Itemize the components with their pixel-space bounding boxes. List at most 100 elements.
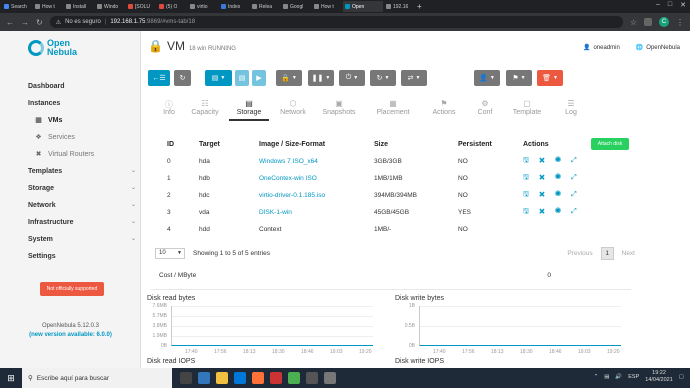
back-icon[interactable]: ← [6, 18, 14, 27]
sidebar-item-services[interactable]: ❖ Services [28, 129, 136, 146]
back-to-list-button[interactable]: ←☰ [148, 70, 170, 86]
network-icon[interactable]: ▤ [604, 374, 609, 380]
forward-icon[interactable]: → [21, 18, 29, 27]
deploy-button[interactable]: ▤ [235, 70, 249, 86]
detach-icon[interactable]: ✖ [539, 191, 555, 198]
owner-button[interactable]: 👤 ▼ [474, 70, 500, 86]
sidebar-item-instances[interactable]: Instances [28, 95, 136, 112]
browser-tab[interactable]: 192.16 [384, 1, 414, 12]
browser-tab[interactable]: [SOLU [126, 1, 156, 12]
opera-icon[interactable] [270, 372, 282, 384]
sidebar-item-templates[interactable]: Templates ⌄ [28, 163, 136, 180]
table-row[interactable]: 0 hda Windows 7 ISO_x64 3GB/3GB NO 🖫✖◉⤢ [167, 153, 637, 170]
browser-tab[interactable]: How t [33, 1, 63, 12]
column-header[interactable]: Image / Size-Format [259, 136, 374, 153]
page-size-select[interactable]: 10 ▼ [155, 247, 185, 259]
tab-actions[interactable]: ⚑ Actions [424, 99, 464, 116]
tab-snapshots[interactable]: ▣ Snapshots [319, 99, 359, 116]
sidebar-item-settings[interactable]: Settings [28, 248, 136, 265]
notifications-icon[interactable]: ▢ [679, 374, 684, 380]
tab-network[interactable]: ⬡ Network [273, 99, 313, 116]
table-row[interactable]: 2 hdc virtio-driver-0.1.185.iso 394MB/394MB… [167, 187, 637, 204]
language-indicator[interactable]: ESP [628, 374, 639, 380]
user-button[interactable]: 👤 oneadmin [583, 44, 620, 51]
attach-disk-button[interactable]: Attach disk [591, 138, 629, 150]
save-icon[interactable]: 🖫 [523, 157, 539, 164]
app-icon[interactable] [324, 372, 336, 384]
browser-tab[interactable]: Googl [281, 1, 311, 12]
app-icon[interactable] [306, 372, 318, 384]
sidebar-item-infrastructure[interactable]: Infrastructure ⌄ [28, 214, 136, 231]
tab-storage[interactable]: ▤ Storage [229, 99, 269, 121]
new-version-link[interactable]: (new version available: 6.0.0) [0, 332, 141, 338]
snapshot-icon[interactable]: ◉ [555, 208, 571, 215]
opennebula-logo[interactable]: Open Nebula [28, 39, 77, 57]
detach-icon[interactable]: ✖ [539, 157, 555, 164]
vnc-button[interactable]: ▤ ▼ [205, 70, 232, 86]
pause-button[interactable]: ❚❚ ▼ [308, 70, 334, 86]
image-link[interactable]: DISK-1-win [259, 209, 292, 216]
column-header[interactable]: Size [374, 136, 458, 153]
minimize-icon[interactable]: – [656, 1, 660, 9]
image-link[interactable]: Windows 7 ISO_x64 [259, 158, 318, 165]
taskbar-search-input[interactable]: ⚲ Escribe aquí para buscar [22, 368, 172, 388]
tab-conf[interactable]: ⚙ Conf [465, 99, 505, 116]
sidebar-item-virtual-routers[interactable]: ✖ Virtual Routers [28, 146, 136, 163]
tab-placement[interactable]: ▦ Placement [373, 99, 413, 116]
play-button[interactable]: ▶ [252, 70, 266, 86]
tab-info[interactable]: ⓘ Info [149, 99, 189, 116]
resize-icon[interactable]: ⤢ [571, 208, 587, 215]
detach-icon[interactable]: ✖ [539, 174, 555, 181]
lock-button[interactable]: 🔒 ▼ [276, 70, 302, 86]
image-link[interactable]: OneContex-win ISO [259, 175, 317, 182]
chrome-icon[interactable] [288, 372, 300, 384]
sidebar-item-system[interactable]: System ⌄ [28, 231, 136, 248]
migrate-button[interactable]: ⇄ ▼ [401, 70, 427, 86]
previous-page-button[interactable]: Previous [567, 250, 592, 257]
browser-tab[interactable]: Open [343, 1, 383, 12]
store-icon[interactable] [234, 372, 246, 384]
file-explorer-icon[interactable] [216, 372, 228, 384]
url-input[interactable]: ⚠ No es seguro | 192.168.1.75:9869/#vms-… [49, 16, 623, 28]
clock[interactable]: 19:22 14/04/2021 [645, 370, 673, 384]
reboot-button[interactable]: ↻ ▼ [370, 70, 396, 86]
next-page-button[interactable]: Next [622, 250, 635, 257]
save-icon[interactable]: 🖫 [523, 208, 539, 215]
image-link[interactable]: virtio-driver-0.1.185.iso [259, 192, 325, 199]
menu-icon[interactable]: ⋮ [676, 18, 684, 27]
star-icon[interactable]: ☆ [630, 18, 637, 27]
resize-icon[interactable]: ⤢ [571, 191, 587, 198]
current-page-button[interactable]: 1 [600, 246, 614, 260]
tray-up-icon[interactable]: ⌃ [594, 374, 599, 380]
close-icon[interactable]: ✕ [680, 1, 686, 9]
refresh-button[interactable]: ↻ [174, 70, 191, 86]
reload-icon[interactable]: ↻ [36, 18, 43, 27]
resize-icon[interactable]: ⤢ [571, 157, 587, 164]
table-row[interactable]: 3 vda DISK-1-win 45GB/45GB YES 🖫✖◉⤢ [167, 204, 637, 221]
column-header[interactable]: Persistent [458, 136, 523, 153]
delete-button[interactable]: 🗑 ▼ [537, 70, 563, 86]
browser-tab[interactable]: Install [64, 1, 94, 12]
table-row[interactable]: 4 hdd Context 1MB/- NO [167, 221, 637, 238]
windows-start-icon[interactable]: ⊞ [0, 368, 22, 388]
browser-tab[interactable]: Relea [250, 1, 280, 12]
tab-template[interactable]: ▢ Template [507, 99, 547, 116]
sidebar-item-vms[interactable]: ▦ VMs [28, 112, 136, 129]
snapshot-icon[interactable]: ◉ [555, 174, 571, 181]
sidebar-item-dashboard[interactable]: Dashboard [28, 78, 136, 95]
column-header[interactable]: Target [199, 136, 259, 153]
tab-capacity[interactable]: ☷ Capacity [185, 99, 225, 116]
labels-button[interactable]: ⚑ ▼ [506, 70, 532, 86]
table-row[interactable]: 1 hdb OneContex-win ISO 1MB/1MB NO 🖫✖◉⤢ [167, 170, 637, 187]
browser-tab[interactable]: Search [2, 1, 32, 12]
profile-avatar[interactable]: C [659, 17, 669, 27]
browser-tab[interactable]: Windo [95, 1, 125, 12]
power-button[interactable]: ⏻ ▼ [339, 70, 365, 86]
volume-icon[interactable]: 🔊 [615, 374, 622, 380]
snapshot-icon[interactable]: ◉ [555, 191, 571, 198]
save-icon[interactable]: 🖫 [523, 174, 539, 181]
task-view-icon[interactable] [180, 372, 192, 384]
browser-tab[interactable]: virtio [188, 1, 218, 12]
save-icon[interactable]: 🖫 [523, 191, 539, 198]
detach-icon[interactable]: ✖ [539, 208, 555, 215]
